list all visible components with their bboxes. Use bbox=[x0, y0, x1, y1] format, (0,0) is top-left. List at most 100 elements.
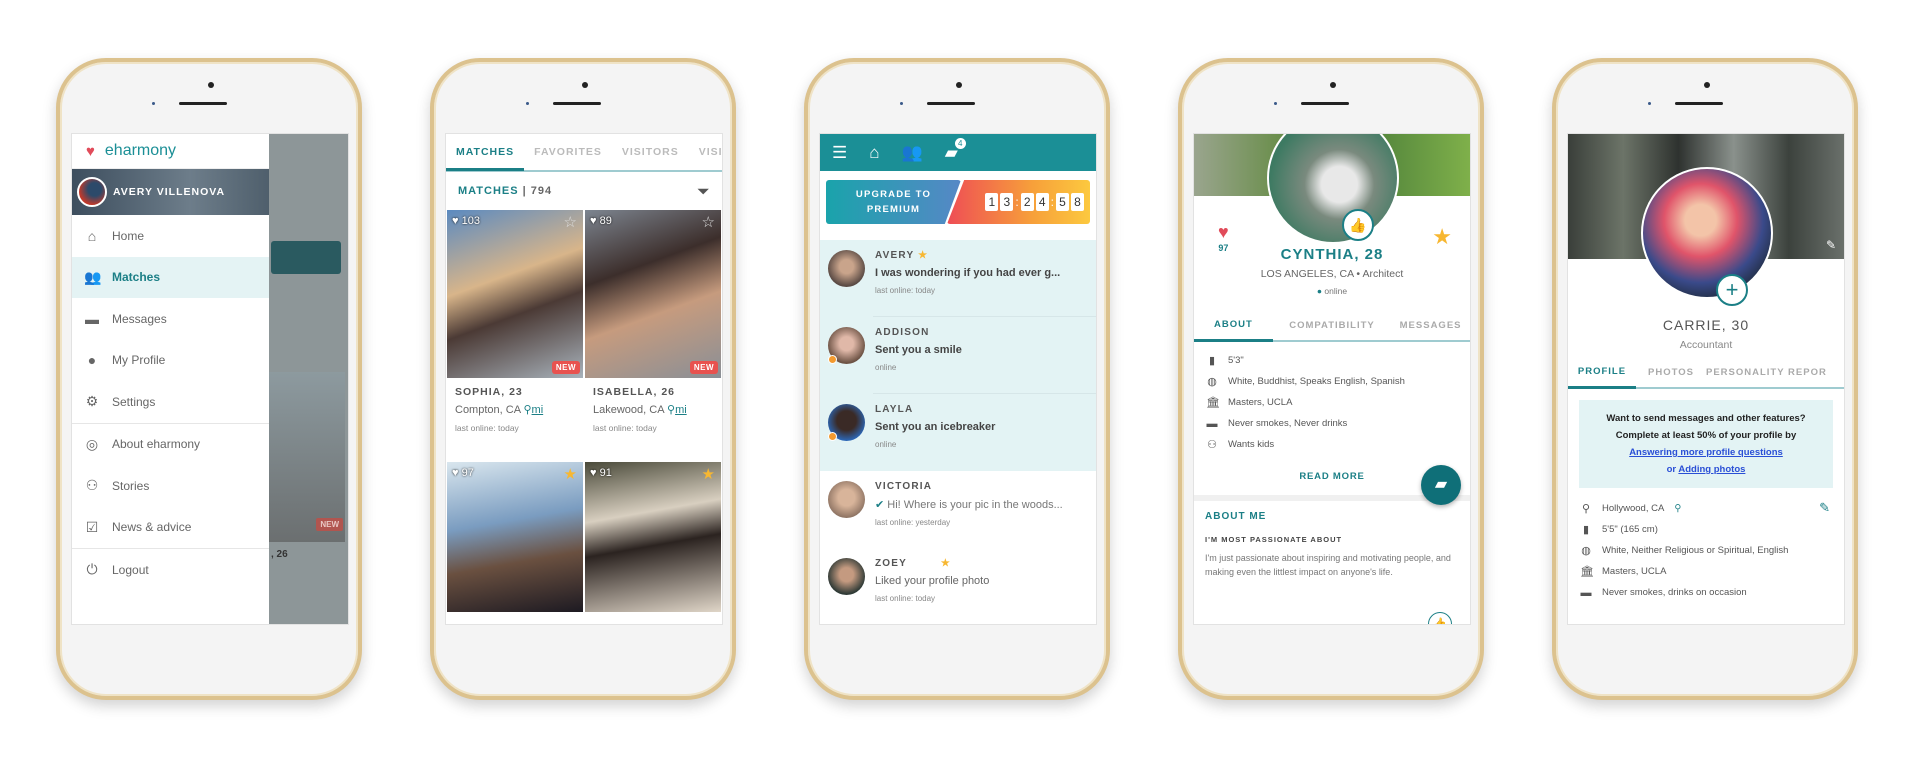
home-icon[interactable]: ⌂ bbox=[869, 143, 879, 163]
upgrade-banner[interactable]: UPGRADE TO PREMIUM 13: 24: 58 bbox=[826, 180, 1090, 224]
match-card[interactable]: ♥ 91 ★ bbox=[585, 462, 721, 612]
sender-name: LAYLA bbox=[875, 404, 914, 415]
online-dot bbox=[828, 355, 837, 364]
profile-facts: ▮ 5'3" ◍ White, Buddhist, Speaks English, … bbox=[1194, 342, 1470, 463]
hamburger-menu-icon[interactable]: ☰ bbox=[832, 143, 847, 163]
nav-drawer: ♥ eharmony AVERY VILLENOVA ⌂ Home 👥 Matche… bbox=[72, 134, 269, 624]
star-filled-icon[interactable]: ★ bbox=[702, 465, 715, 483]
match-card[interactable]: ♥ 103 ☆ NEW SOPHIA, 23 Compton, CA ⚲mi l… bbox=[447, 210, 583, 460]
menu-item-settings[interactable]: ⚙ Settings bbox=[72, 381, 269, 423]
background-name: , 26 bbox=[271, 549, 288, 560]
upgrade-button[interactable]: UPGRADE TO PREMIUM bbox=[826, 180, 961, 224]
timer-digit: 4 bbox=[1035, 193, 1049, 211]
dimmed-background[interactable]: NEW , 26 bbox=[269, 134, 348, 624]
online-status: online bbox=[875, 440, 897, 449]
star-outline-icon[interactable]: ☆ bbox=[702, 213, 715, 231]
conversation-item[interactable]: VICTORIA ✔ Hi! Where is your pic in the … bbox=[820, 471, 1096, 548]
match-name: ISABELLA, 26 bbox=[593, 386, 676, 398]
profile-photo[interactable] bbox=[1641, 167, 1773, 299]
like-icon[interactable]: 👍 bbox=[1342, 209, 1374, 241]
filter-icon[interactable]: ⏷ bbox=[698, 183, 710, 200]
sender-name: AVERY bbox=[875, 250, 915, 261]
compatibility-score: ♥ 89 bbox=[590, 215, 612, 227]
match-photo[interactable]: ♥ 97 ★ bbox=[447, 462, 583, 612]
distance-link[interactable]: mi bbox=[532, 404, 544, 416]
new-badge: NEW bbox=[689, 361, 718, 374]
tab-messages[interactable]: MESSAGES bbox=[1391, 310, 1470, 340]
countdown-timer: 13: 24: 58 bbox=[947, 180, 1090, 224]
star-outline-icon[interactable]: ☆ bbox=[564, 213, 577, 231]
menu-item-logout[interactable]: ⏻ Logout bbox=[72, 549, 269, 591]
read-receipt-icon: ✔ bbox=[875, 499, 885, 511]
add-photos-link[interactable]: Adding photos bbox=[1678, 464, 1745, 475]
edit-pencil-icon[interactable]: ✎ bbox=[1819, 500, 1830, 516]
tab-profile[interactable]: PROFILE bbox=[1568, 357, 1636, 389]
distance-link[interactable]: mi bbox=[675, 404, 687, 416]
online-dot bbox=[828, 432, 837, 441]
tab-favorites[interactable]: FAVORITES bbox=[524, 134, 612, 170]
matches-count: 794 bbox=[530, 185, 553, 197]
messages-screen: ☰ ⌂ 👥 ▰ 4 UPGRADE TO PREMIUM 13: 24: 58 AV… bbox=[819, 133, 1097, 625]
menu-item-news[interactable]: ☑ News & advice bbox=[72, 507, 269, 549]
tab-matches[interactable]: MATCHES bbox=[446, 135, 525, 171]
match-photo[interactable]: ♥ 91 ★ bbox=[585, 462, 721, 612]
conversation-item[interactable]: AVERY ★ I was wondering if you had ever … bbox=[820, 240, 1096, 317]
tab-personality-report[interactable]: PERSONALITY REPOR bbox=[1706, 357, 1844, 387]
notice-text: Want to send messages and other features… bbox=[1606, 413, 1806, 424]
matches-icon[interactable]: 👥 bbox=[902, 143, 923, 163]
star-icon: ★ bbox=[940, 558, 952, 569]
match-location: Compton, CA bbox=[455, 404, 521, 416]
answer-questions-link[interactable]: Answering more profile questions bbox=[1629, 447, 1783, 458]
online-status: last online: today bbox=[875, 594, 936, 603]
menu-label: News & advice bbox=[112, 520, 192, 535]
upgrade-label: UPGRADE TO bbox=[855, 189, 932, 200]
edit-cover-icon[interactable]: ✎ bbox=[1826, 238, 1836, 252]
menu-label: Settings bbox=[112, 394, 156, 409]
profile-photo[interactable] bbox=[1267, 134, 1399, 244]
conversation-item[interactable]: ZOEY ★ Liked your profile photo last onl… bbox=[820, 548, 1096, 624]
tab-compatibility[interactable]: COMPATIBILITY bbox=[1273, 310, 1391, 340]
avatar bbox=[77, 177, 107, 207]
compatibility-score: ♥ 103 bbox=[452, 215, 480, 227]
matches-header: MATCHES | 794 ⏷ bbox=[458, 182, 710, 200]
conversation-item[interactable]: LAYLA Sent you an icebreaker online bbox=[820, 394, 1096, 471]
user-banner[interactable]: AVERY VILLENOVA bbox=[72, 169, 269, 215]
tab-about[interactable]: ABOUT bbox=[1194, 310, 1273, 342]
match-card[interactable]: ♥ 89 ☆ NEW ISABELLA, 26 Lakewood, CA ⚲mi… bbox=[585, 210, 721, 460]
tab-visitors[interactable]: VISITORS bbox=[612, 134, 689, 170]
compatibility-score: ♥ 97 bbox=[452, 467, 474, 479]
profile-occupation: Accountant bbox=[1679, 339, 1733, 351]
messages-icon[interactable]: ▰ 4 bbox=[945, 137, 966, 163]
fact-text: Hollywood, CA bbox=[1602, 503, 1665, 514]
star-icon: ★ bbox=[918, 250, 929, 261]
tab-photos[interactable]: PHOTOS bbox=[1636, 357, 1706, 387]
menu-item-home[interactable]: ⌂ Home bbox=[72, 215, 269, 257]
add-photo-icon[interactable]: + bbox=[1716, 274, 1748, 306]
menu-label: Home bbox=[112, 228, 145, 243]
like-icon[interactable]: 👍 bbox=[1428, 612, 1452, 624]
match-card[interactable]: ♥ 97 ★ bbox=[447, 462, 583, 612]
logo-text: eharmony bbox=[104, 142, 177, 159]
tab-visited[interactable]: VISIT bbox=[689, 134, 722, 170]
match-name: SOPHIA, 23 bbox=[455, 386, 523, 398]
star-filled-icon[interactable]: ★ bbox=[564, 465, 577, 483]
fact-text: White, Neither Religious or Spiritual, E… bbox=[1602, 545, 1789, 556]
sender-name: ZOEY bbox=[875, 558, 907, 569]
match-photo[interactable]: ♥ 103 ☆ NEW bbox=[447, 210, 583, 378]
timer-digit: 1 bbox=[985, 193, 999, 211]
menu-item-my-profile[interactable]: ● My Profile bbox=[72, 340, 269, 382]
timer-digit: 3 bbox=[1000, 193, 1014, 211]
last-online: last online: today bbox=[593, 423, 657, 433]
match-photo[interactable]: ♥ 89 ☆ NEW bbox=[585, 210, 721, 378]
profile-tabs: PROFILE PHOTOS PERSONALITY REPOR bbox=[1568, 357, 1844, 389]
menu-item-matches[interactable]: 👥 Matches bbox=[72, 256, 269, 298]
match-location: Lakewood, CA bbox=[593, 404, 664, 416]
menu-item-messages[interactable]: ▬ Messages bbox=[72, 298, 269, 340]
menu-item-about[interactable]: ◎ About eharmony bbox=[72, 424, 269, 466]
chat-fab-icon[interactable]: ▰ bbox=[1421, 465, 1461, 505]
fact-text: Wants kids bbox=[1228, 439, 1275, 450]
globe-icon: ◍ bbox=[1207, 376, 1217, 388]
conversation-item[interactable]: ADDISON Sent you a smile online bbox=[820, 317, 1096, 394]
menu-label: Stories bbox=[112, 478, 150, 493]
menu-item-stories[interactable]: ⚇ Stories bbox=[72, 465, 269, 507]
